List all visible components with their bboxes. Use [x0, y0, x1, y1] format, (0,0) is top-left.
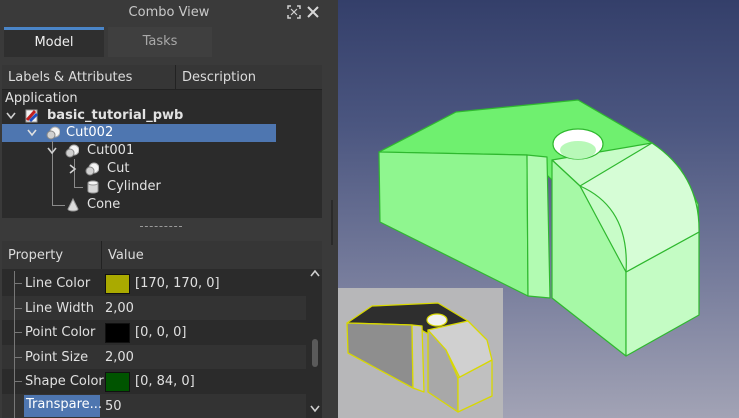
property-header-divider [101, 241, 102, 269]
overlay-preview [338, 288, 503, 418]
tree-line [52, 205, 65, 206]
document-icon [25, 109, 39, 123]
preview-model [346, 302, 493, 413]
tree-header-divider [175, 65, 176, 90]
property-scrollbar[interactable] [308, 269, 322, 418]
property-value[interactable]: 2,00 [105, 350, 134, 365]
tree-item-cylinder[interactable]: Cylinder [2, 178, 322, 196]
scroll-up-icon[interactable] [310, 269, 320, 278]
tree-line [14, 332, 22, 333]
property-row-shape-color[interactable]: Shape Color [0, 84, 0] [2, 369, 306, 394]
property-name: Shape Color [25, 374, 104, 389]
tree-root-label: Application [5, 91, 78, 106]
property-row-transparency[interactable]: Transpare... 50 [2, 393, 306, 418]
property-header-value[interactable]: Value [108, 248, 144, 263]
property-row-point-size[interactable]: Point Size 2,00 [2, 344, 306, 369]
tree-line [74, 187, 83, 188]
chevron-right-icon[interactable] [69, 164, 77, 174]
tree-item-label: Cut002 [66, 125, 114, 140]
property-name: Transpare... [24, 394, 102, 417]
chevron-down-icon[interactable] [47, 147, 57, 155]
tree-header-description[interactable]: Description [182, 70, 256, 85]
cylinder-icon [87, 180, 99, 194]
property-editor: Property Value Line Color [170, 170, 0] … [2, 241, 322, 418]
tree-line [14, 393, 15, 418]
combo-tabs: Model Tasks [4, 27, 334, 57]
tree-header: Labels & Attributes Description [2, 65, 322, 90]
tree-header-labels[interactable]: Labels & Attributes [8, 70, 132, 85]
tree-item-cone[interactable]: Cone [2, 196, 322, 214]
tree-line [14, 283, 22, 284]
property-value[interactable]: [0, 0, 0] [135, 325, 187, 340]
property-name: Point Color [25, 325, 96, 340]
property-value[interactable]: 50 [105, 399, 122, 414]
property-value[interactable]: 2,00 [105, 301, 134, 316]
tree-item-label: Cut001 [87, 143, 135, 158]
tree-item-cut[interactable]: Cut [2, 160, 322, 178]
tab-tasks[interactable]: Tasks [108, 27, 212, 57]
combo-view-panel: Combo View Model Tasks Labels & Attribut… [0, 0, 338, 418]
tree-item-cut001[interactable]: Cut001 [2, 142, 322, 160]
property-header-property[interactable]: Property [8, 248, 63, 263]
model-tree: Labels & Attributes Description Applicat… [2, 65, 322, 218]
tab-model[interactable]: Model [4, 27, 104, 57]
property-name: Line Width [25, 300, 94, 316]
cut-icon [85, 162, 99, 176]
property-name: Line Color [25, 276, 91, 291]
panel-splitter[interactable] [140, 226, 182, 229]
tree-item-label: Cylinder [107, 179, 161, 194]
property-row-point-color[interactable]: Point Color [0, 0, 0] [2, 320, 306, 345]
tree-item-label: basic_tutorial_pwb [47, 108, 184, 123]
tree-line [14, 356, 22, 358]
property-value[interactable]: [170, 170, 0] [135, 276, 220, 291]
combo-view-titlebar: Combo View [0, 0, 338, 26]
property-row-line-color[interactable]: Line Color [170, 170, 0] [2, 271, 306, 296]
point-color-swatch[interactable] [105, 323, 130, 343]
scrollbar-thumb[interactable] [312, 339, 318, 367]
chevron-down-icon[interactable] [6, 112, 16, 120]
cone-icon [67, 198, 79, 212]
scroll-down-icon[interactable] [310, 404, 320, 413]
close-icon[interactable] [305, 4, 321, 20]
panel-resize-handle[interactable] [331, 200, 333, 245]
line-color-swatch[interactable] [105, 274, 130, 294]
cut-icon [46, 126, 60, 140]
tree-item-cut002[interactable]: Cut002 [2, 124, 276, 142]
3d-viewport[interactable] [338, 0, 739, 418]
shape-color-swatch[interactable] [105, 372, 130, 392]
property-name: Point Size [25, 349, 89, 365]
float-window-icon[interactable] [286, 4, 302, 20]
property-row-line-width[interactable]: Line Width 2,00 [2, 295, 306, 320]
cut-icon [65, 144, 79, 158]
chevron-down-icon[interactable] [27, 129, 37, 137]
tree-line [14, 307, 22, 309]
property-header: Property Value [2, 241, 322, 269]
property-value[interactable]: [0, 84, 0] [135, 374, 195, 389]
tree-item-label: Cone [87, 197, 121, 212]
tree-item-document[interactable]: basic_tutorial_pwb [2, 107, 322, 125]
tree-root-row: Application [2, 90, 322, 108]
tree-line [14, 381, 22, 382]
tree-item-label: Cut [107, 161, 130, 176]
